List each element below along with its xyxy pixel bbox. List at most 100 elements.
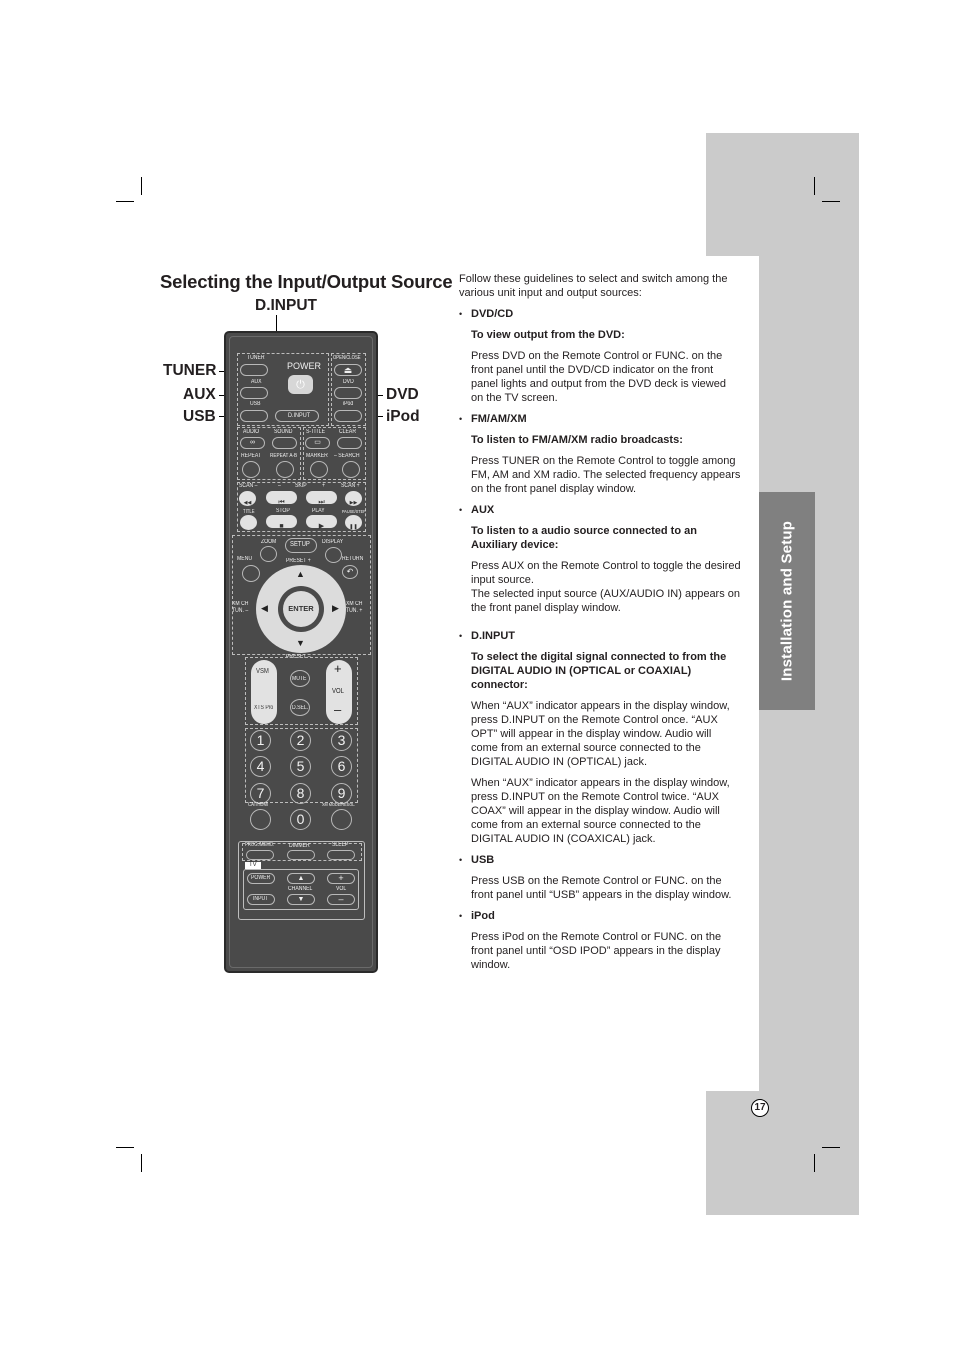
dimmer-button: [287, 850, 315, 860]
display-label: DISPLAY: [322, 539, 344, 545]
enter-button: ENTER: [283, 591, 319, 627]
fast-forward-icon: ▶▶: [349, 500, 358, 506]
pause-label: PAUSE/STEP: [342, 509, 366, 514]
cat-hdmi-button: [250, 809, 271, 830]
crop-mark: [116, 1147, 134, 1148]
clear-button: [337, 437, 362, 449]
repeat-ab-label: REPEAT A-B: [270, 453, 298, 459]
xm-ch-left-label: XM CH TUN. –: [232, 601, 249, 614]
channel-label: CHANNEL: [288, 886, 313, 892]
usb-label: USB: [250, 401, 261, 407]
section-body: Press AUX on the Remote Control to toggl…: [471, 560, 741, 586]
play-button: ▶: [306, 515, 337, 530]
eject-icon: ⏏: [343, 365, 353, 375]
channel-down-button: ▼: [287, 894, 315, 905]
open-close-button: ⏏: [334, 364, 362, 376]
menu-button: [242, 565, 260, 582]
power-label: POWER: [287, 361, 322, 371]
rewind-icon: ◀◀: [243, 500, 252, 506]
skip-label: SKIP: [295, 483, 307, 489]
sound-label: SOUND: [274, 429, 293, 435]
page-number: 17: [751, 1099, 769, 1117]
section-bullet-aux: AUX: [459, 503, 741, 517]
callout-ipod: iPod: [386, 408, 420, 425]
fast-forward-button: ▶▶: [345, 491, 362, 506]
zoom-label: ZOOM: [261, 539, 277, 545]
channel-up-button: ▲: [287, 873, 315, 884]
number-9-button: 9: [331, 783, 352, 804]
repeat-label: REPEAT: [241, 453, 262, 459]
xm-mode-label: XM MODE/RESOL.: [322, 802, 356, 807]
ipod-label: iPod: [343, 401, 354, 407]
sound-button: [272, 437, 297, 449]
section-body: The selected input source (AUX/AUDIO IN)…: [471, 588, 741, 614]
channel-up-icon: ▲: [297, 875, 305, 882]
ipod-button: [334, 410, 362, 422]
instructions-column: Follow these guidelines to select and sw…: [459, 272, 741, 979]
number-3-button: 3: [331, 730, 352, 751]
skip-forward-button: ⏭: [306, 491, 337, 506]
mute-label: MUTE: [292, 676, 307, 682]
clear-label: CLEAR: [339, 429, 357, 435]
dimmer-label: DIMMER: [289, 843, 310, 849]
section-tab: Installation and Setup: [759, 492, 815, 710]
skip-plus-label: +: [322, 483, 325, 489]
dinput-label: D.INPUT: [288, 412, 311, 419]
section-subhead: To listen to FM/AM/XM radio broadcasts:: [471, 434, 683, 446]
repeat-button: [242, 461, 260, 478]
stop-button: ■: [266, 515, 297, 530]
usb-button: [240, 410, 268, 422]
section-tab-label: Installation and Setup: [778, 520, 796, 682]
direction-pad: ENTER ▲ ▼ ◀ ▶: [256, 565, 346, 653]
up-arrow-icon: ▲: [296, 569, 305, 579]
return-icon: ↶: [346, 567, 354, 576]
setup-label: SETUP: [290, 541, 310, 548]
tv-power-label: POWER: [251, 875, 271, 881]
tuner-button: [240, 364, 268, 376]
left-arrow-icon: ◀: [261, 603, 268, 613]
callout-aux: AUX: [183, 386, 216, 403]
xts-pro-label: XTS Pro: [254, 705, 274, 711]
section-body: Press USB on the Remote Control or FUNC.…: [471, 875, 732, 901]
sleep-label: SLEEP: [332, 842, 349, 848]
number-8-button: 8: [290, 783, 311, 804]
search-button: [342, 461, 360, 478]
callout-dinput: D.INPUT: [255, 297, 317, 314]
prog-memo-button: [246, 850, 274, 860]
crop-mark: [814, 177, 815, 195]
open-close-label: OPEN/CLOSE: [333, 355, 361, 361]
section-body: When “AUX” indicator appears in the disp…: [471, 777, 730, 845]
scan-plus-label: SCAN +: [341, 483, 360, 489]
stop-label: STOP: [276, 508, 290, 514]
number-2-button: 2: [290, 730, 311, 751]
return-label: RETURN: [342, 556, 364, 562]
side-band-top: [706, 133, 859, 256]
surround-icon: ∞: [250, 439, 255, 446]
play-label: PLAY: [312, 508, 325, 514]
power-icon: ⏻: [296, 379, 305, 391]
dvd-button: [334, 387, 362, 399]
number-4-button: 4: [250, 756, 271, 777]
section-bullet-usb: USB: [459, 853, 741, 867]
vol-plus-label: +: [334, 661, 342, 676]
callout-tuner: TUNER: [163, 362, 217, 379]
number-0-button: 0: [290, 809, 311, 830]
section-subhead: To listen to a audio source connected to…: [471, 525, 697, 551]
crop-mark: [141, 1154, 142, 1172]
number-1-button: 1: [250, 730, 271, 751]
callout-usb: USB: [183, 408, 216, 425]
side-band-bottom: [706, 1091, 859, 1215]
tv-vol-minus-icon: –: [338, 894, 344, 904]
stitle-button: ▭: [305, 437, 330, 449]
display-button: [325, 547, 342, 563]
skip-back-button: ⏮: [266, 491, 297, 506]
crop-mark: [141, 177, 142, 195]
section-bullet-ipod: iPod: [459, 909, 741, 923]
pause-icon: ❚❚: [349, 524, 358, 530]
dvd-label: DVD: [343, 379, 354, 385]
rewind-button: ◀◀: [239, 491, 256, 506]
crop-mark: [116, 201, 134, 202]
xm-mode-button: [331, 809, 352, 830]
tv-vol-plus-button: +: [327, 873, 355, 884]
section-bullet-dinput: D.INPUT: [459, 629, 741, 643]
